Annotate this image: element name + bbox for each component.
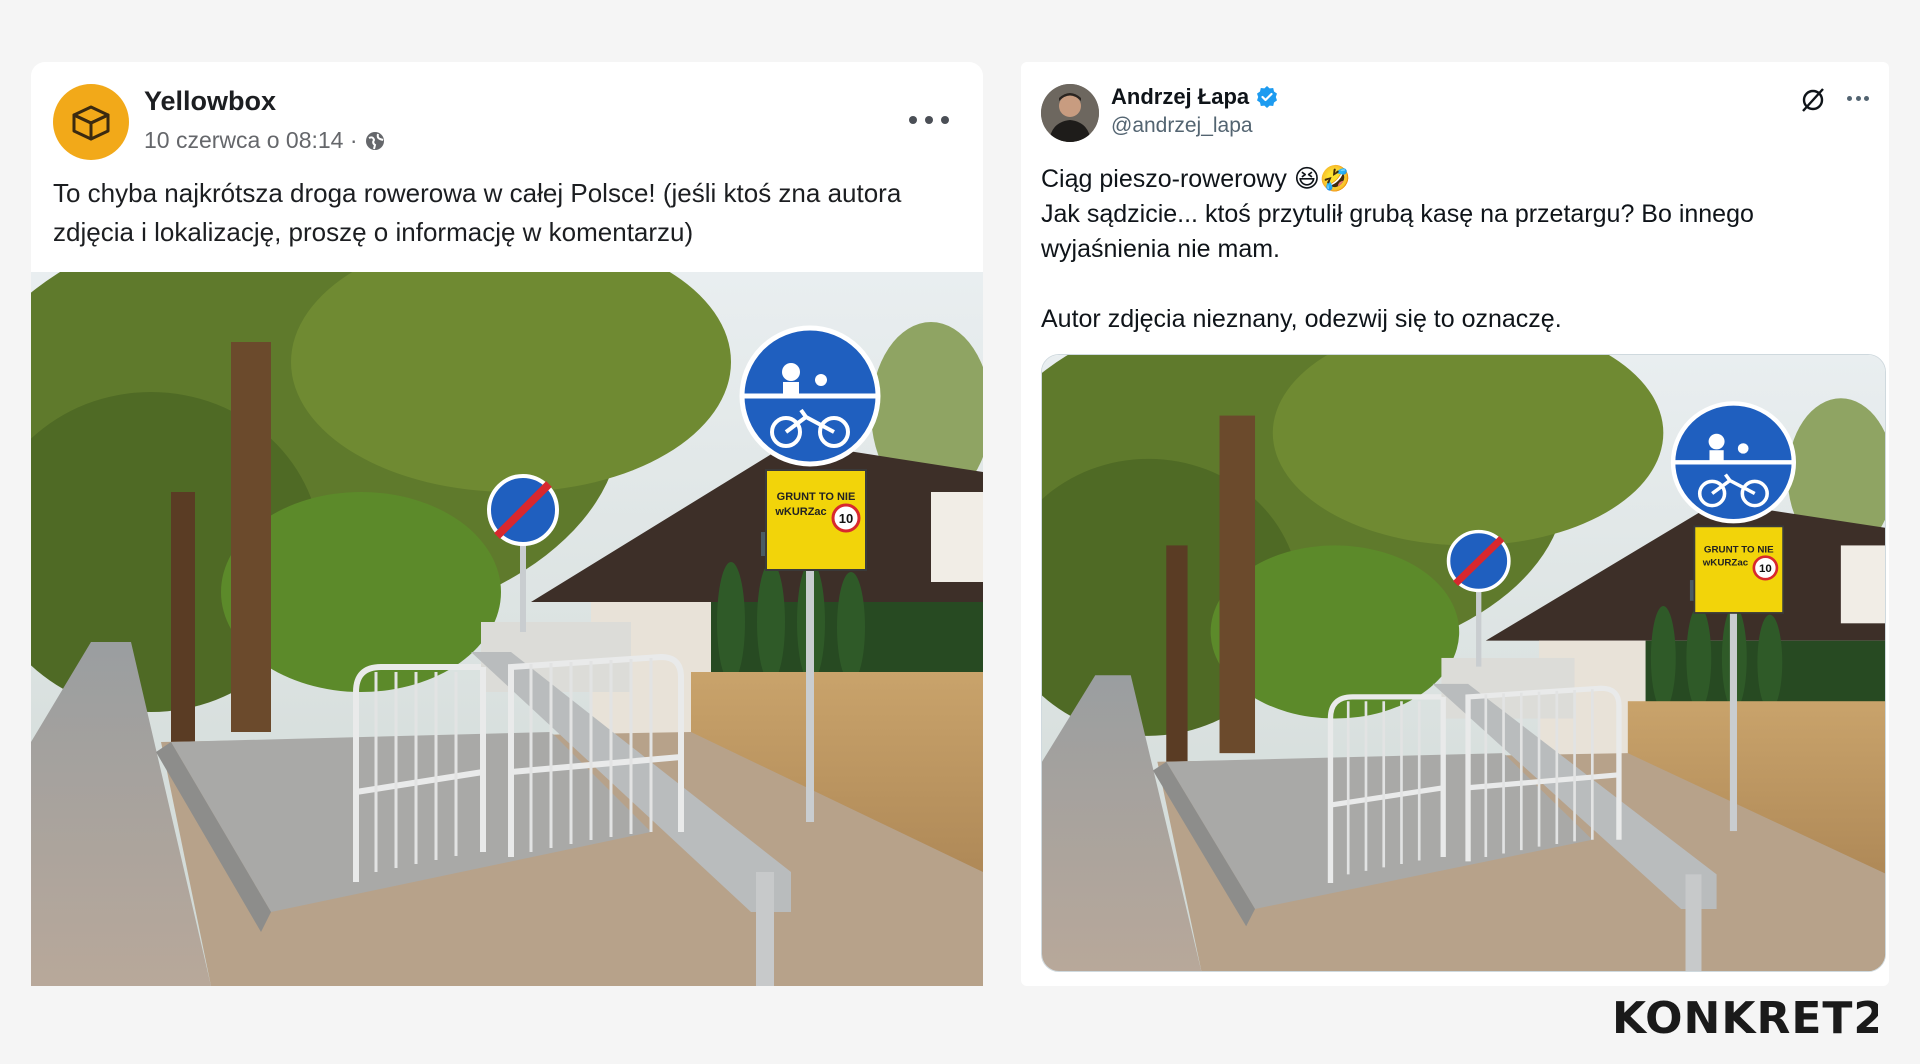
more-horizontal-icon[interactable] — [909, 110, 949, 130]
post-author-name[interactable]: Yellowbox — [144, 86, 276, 117]
post-text: To chyba najkrótsza droga rowerowa w cał… — [53, 178, 902, 247]
box-icon[interactable] — [53, 84, 129, 160]
facebook-post-header: Yellowbox 10 czerwca o 08:14 · — [53, 84, 963, 164]
speed-limit-text: 10 — [1759, 563, 1772, 575]
verified-badge-icon — [1257, 86, 1278, 108]
post-meta: 10 czerwca o 08:14 · — [144, 127, 386, 154]
konkret24-logo: KONKRET24 — [1612, 985, 1916, 1045]
post-date[interactable]: 10 czerwca o 08:14 · — [144, 127, 358, 154]
logo-text: KONKRET24 — [1612, 993, 1878, 1044]
more-horizontal-icon[interactable] — [1847, 96, 1869, 104]
post-photo[interactable]: GRUNT TO NIE wKURZac 10 — [1041, 354, 1886, 972]
post-text-line: Ciąg pieszo-rowerowy 😆🤣 — [1041, 165, 1352, 193]
author-name-label: Andrzej Łapa — [1111, 84, 1250, 109]
sign-text-line2: wKURZac — [1702, 557, 1749, 568]
sign-text-line1: GRUNT TO NIE — [1704, 544, 1774, 555]
speed-limit-text: 10 — [839, 511, 853, 526]
post-author-name[interactable]: Andrzej Łapa — [1111, 84, 1279, 110]
x-post-card: Andrzej Łapa @andrzej_lapa Ciąg pieszo-r… — [1021, 62, 1889, 986]
post-photo[interactable]: GRUNT TO NIE wKURZac 10 — [31, 272, 983, 986]
post-text-line: wyjaśnienia nie mam. — [1041, 235, 1280, 263]
grok-icon[interactable] — [1797, 84, 1829, 116]
sign-text-line1: GRUNT TO NIE — [777, 491, 856, 503]
post-text-line — [1041, 267, 1861, 302]
avatar[interactable] — [1041, 84, 1099, 142]
author-handle[interactable]: @andrzej_lapa — [1111, 114, 1253, 138]
sign-text-line2: wKURZac — [774, 506, 826, 518]
post-text-line: Jak sądzicie... ktoś przytulił grubą kas… — [1041, 200, 1754, 228]
post-text: Ciąg pieszo-rowerowy 😆🤣 Jak sądzicie... … — [1041, 162, 1861, 337]
globe-icon — [365, 131, 384, 150]
post-text-line: Autor zdjęcia nieznany, odezwij się to o… — [1041, 305, 1562, 333]
facebook-post-card: Yellowbox 10 czerwca o 08:14 · To chyba … — [31, 62, 983, 986]
